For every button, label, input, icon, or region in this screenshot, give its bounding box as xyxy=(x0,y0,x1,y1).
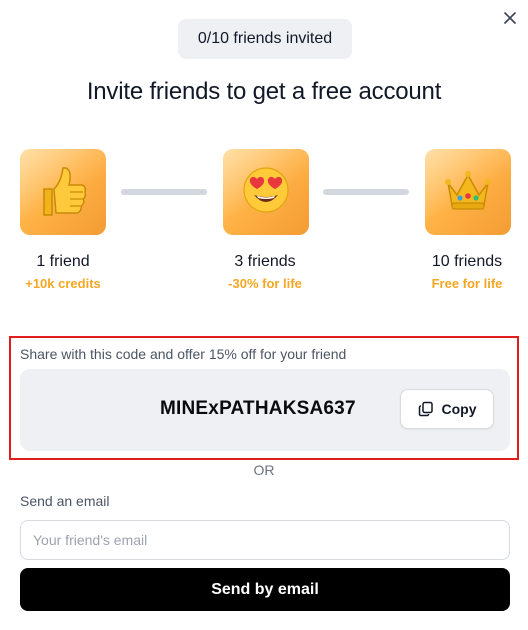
tier-1-name: 1 friend xyxy=(36,253,90,270)
tier-2-name: 3 friends xyxy=(234,253,296,270)
share-code-label: Share with this code and offer 15% off f… xyxy=(20,346,347,362)
copy-icon xyxy=(418,401,433,417)
thumbs-up-icon xyxy=(43,167,87,216)
or-divider: OR xyxy=(253,462,275,478)
close-icon xyxy=(504,12,516,24)
copy-button[interactable]: Copy xyxy=(400,389,494,429)
send-by-email-label: Send by email xyxy=(211,580,319,598)
send-by-email-button[interactable]: Send by email xyxy=(20,568,510,611)
tier-3-reward: Free for life xyxy=(431,276,503,291)
tier-3-name: 10 friends xyxy=(431,253,503,270)
email-section-label: Send an email xyxy=(20,493,110,509)
friend-email-input[interactable] xyxy=(20,520,510,560)
tier-1-card xyxy=(20,149,106,235)
invite-counter-badge: 0/10 friends invited xyxy=(178,19,352,59)
tier-1-reward: +10k credits xyxy=(25,276,101,291)
tier-2-reward: -30% for life xyxy=(228,276,302,291)
invite-counter-text: 0/10 friends invited xyxy=(197,30,333,47)
referral-code: MINExPATHAKSA637 xyxy=(160,398,356,419)
close-button[interactable] xyxy=(500,8,520,28)
crown-icon xyxy=(445,171,491,210)
copy-button-label: Copy xyxy=(441,401,477,417)
heart-eyes-emoji-icon xyxy=(243,167,289,213)
page-title: Invite friends to get a free account xyxy=(86,78,442,105)
tier-connector-2 xyxy=(323,189,409,195)
tier-3-card xyxy=(425,149,511,235)
tier-2-card xyxy=(223,149,309,235)
tier-connector-1 xyxy=(121,189,207,195)
